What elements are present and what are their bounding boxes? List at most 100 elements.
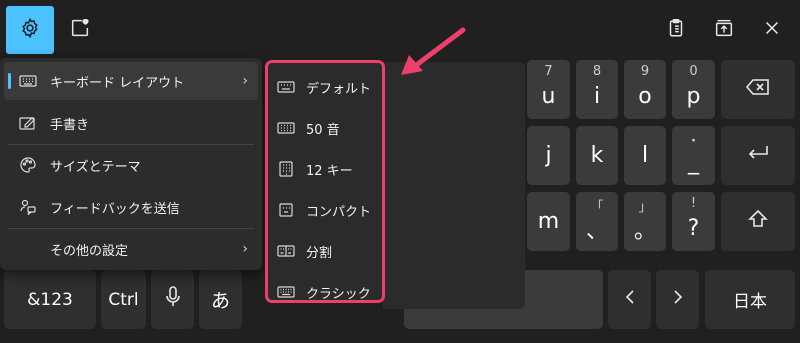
emoji-heart-icon xyxy=(69,17,91,43)
menu-item-label: キーボード レイアウト xyxy=(50,75,185,91)
submenu-item-12key[interactable]: 12 キー xyxy=(276,154,353,184)
key-hint: 8 xyxy=(592,64,602,79)
key-hint: ! xyxy=(690,196,697,211)
key-comma[interactable]: 「 、 xyxy=(576,192,618,251)
key-hint: 9 xyxy=(640,64,650,79)
feedback-icon xyxy=(18,197,38,217)
language-key[interactable]: 日本 xyxy=(705,270,795,329)
key-label: u xyxy=(541,84,556,109)
blank-icon xyxy=(18,239,38,259)
key-label: k xyxy=(590,143,604,168)
shift-key[interactable] xyxy=(721,192,795,251)
key-m[interactable]: m xyxy=(527,192,570,251)
symbol-key[interactable]: &123 xyxy=(4,270,96,329)
clipboard-button[interactable] xyxy=(652,6,700,54)
dock-button[interactable] xyxy=(700,6,748,54)
clipboard-icon xyxy=(665,17,687,43)
menu-item-handwriting[interactable]: 手書き xyxy=(4,104,258,142)
key-hint: 「 xyxy=(590,200,604,215)
menu-item-size-theme[interactable]: サイズとテーマ xyxy=(4,146,258,184)
shift-icon xyxy=(747,208,769,236)
handwriting-icon xyxy=(18,113,38,133)
key-hint: 7 xyxy=(544,64,553,79)
gear-icon xyxy=(19,17,41,43)
submenu-item-default[interactable]: デフォルト xyxy=(276,72,371,102)
keyboard-50on-icon xyxy=(276,120,296,136)
submenu-item-label: コンパクト xyxy=(306,204,372,220)
key-label: m xyxy=(537,209,560,234)
emoji-button[interactable] xyxy=(56,6,104,54)
microphone-icon xyxy=(164,285,182,315)
menu-divider xyxy=(8,228,254,229)
submenu-background xyxy=(383,62,525,309)
key-label: 。 xyxy=(633,218,656,244)
palette-icon xyxy=(18,155,38,175)
menu-item-label: フィードバックを送信 xyxy=(50,201,180,217)
right-arrow-key[interactable] xyxy=(656,270,699,329)
key-p[interactable]: 0 p xyxy=(672,60,715,119)
key-label: Ctrl xyxy=(108,289,139,310)
menu-item-label: サイズとテーマ xyxy=(50,159,141,175)
submenu-item-label: 分割 xyxy=(306,245,333,261)
keyboard-12key-icon xyxy=(276,161,296,177)
keyboard-split-icon xyxy=(276,243,296,259)
key-label: o xyxy=(638,84,652,109)
keyboard-compact-icon xyxy=(276,202,296,218)
key-hint: ・ xyxy=(686,134,700,149)
key-underscore[interactable]: ・ _ xyxy=(672,126,715,185)
key-label: i xyxy=(593,84,601,109)
backspace-key[interactable] xyxy=(721,60,795,119)
key-u[interactable]: 7 u xyxy=(527,60,570,119)
key-j[interactable]: j xyxy=(527,126,570,185)
key-label: &123 xyxy=(27,289,73,310)
keyboard-classic-icon xyxy=(276,284,296,300)
selection-indicator xyxy=(8,73,11,89)
enter-icon xyxy=(746,143,770,168)
key-i[interactable]: 8 i xyxy=(576,60,618,119)
submenu-item-label: 12 キー xyxy=(306,163,353,179)
left-arrow-key[interactable] xyxy=(608,270,651,329)
key-hint: 0 xyxy=(689,64,698,79)
menu-item-label: その他の設定 xyxy=(50,243,129,259)
settings-menu: キーボード レイアウト › 手書き サイズとテーマ フィードバックを送信 その他… xyxy=(0,58,262,270)
chevron-right-icon: › xyxy=(242,73,248,89)
key-label: ? xyxy=(687,216,700,241)
key-label: l xyxy=(641,143,649,168)
menu-item-label: 手書き xyxy=(50,117,90,133)
kana-key[interactable]: あ xyxy=(199,270,242,329)
key-label: あ xyxy=(210,290,230,312)
microphone-key[interactable] xyxy=(151,270,194,329)
key-l[interactable]: l xyxy=(624,126,666,185)
close-icon xyxy=(761,17,783,43)
settings-button[interactable] xyxy=(6,6,54,54)
close-button[interactable] xyxy=(748,6,796,54)
key-label: _ xyxy=(688,150,699,175)
key-question[interactable]: ! ? xyxy=(672,192,715,251)
submenu-item-label: クラシック xyxy=(306,286,371,302)
chevron-right-icon: › xyxy=(242,241,248,257)
key-k[interactable]: k xyxy=(576,126,618,185)
keyboard-layout-submenu: デフォルト 50 音 12 キー コンパクト 分割 クラシック xyxy=(265,60,385,303)
submenu-item-compact[interactable]: コンパクト xyxy=(276,195,371,225)
key-o[interactable]: 9 o xyxy=(624,60,666,119)
dock-icon xyxy=(713,17,735,43)
submenu-item-50on[interactable]: 50 音 xyxy=(276,113,340,143)
menu-item-keyboard-layout[interactable]: キーボード レイアウト › xyxy=(4,62,258,100)
submenu-item-split[interactable]: 分割 xyxy=(276,236,332,266)
chevron-right-icon xyxy=(672,287,684,312)
menu-divider xyxy=(8,144,254,145)
key-label: 日本 xyxy=(733,292,767,312)
key-hint: 」 xyxy=(638,200,652,215)
submenu-item-classic[interactable]: クラシック xyxy=(276,277,371,307)
chevron-left-icon xyxy=(624,287,636,312)
annotation-arrow-icon xyxy=(401,27,466,75)
menu-item-more-settings[interactable]: その他の設定 › xyxy=(4,230,258,268)
key-period[interactable]: 」 。 xyxy=(624,192,666,251)
key-label: p xyxy=(686,84,701,109)
ctrl-key[interactable]: Ctrl xyxy=(101,270,146,329)
keyboard-default-icon xyxy=(276,79,296,95)
submenu-item-label: 50 音 xyxy=(306,122,340,138)
menu-item-send-feedback[interactable]: フィードバックを送信 xyxy=(4,188,258,226)
backspace-icon xyxy=(745,77,771,102)
enter-key[interactable] xyxy=(721,126,795,185)
